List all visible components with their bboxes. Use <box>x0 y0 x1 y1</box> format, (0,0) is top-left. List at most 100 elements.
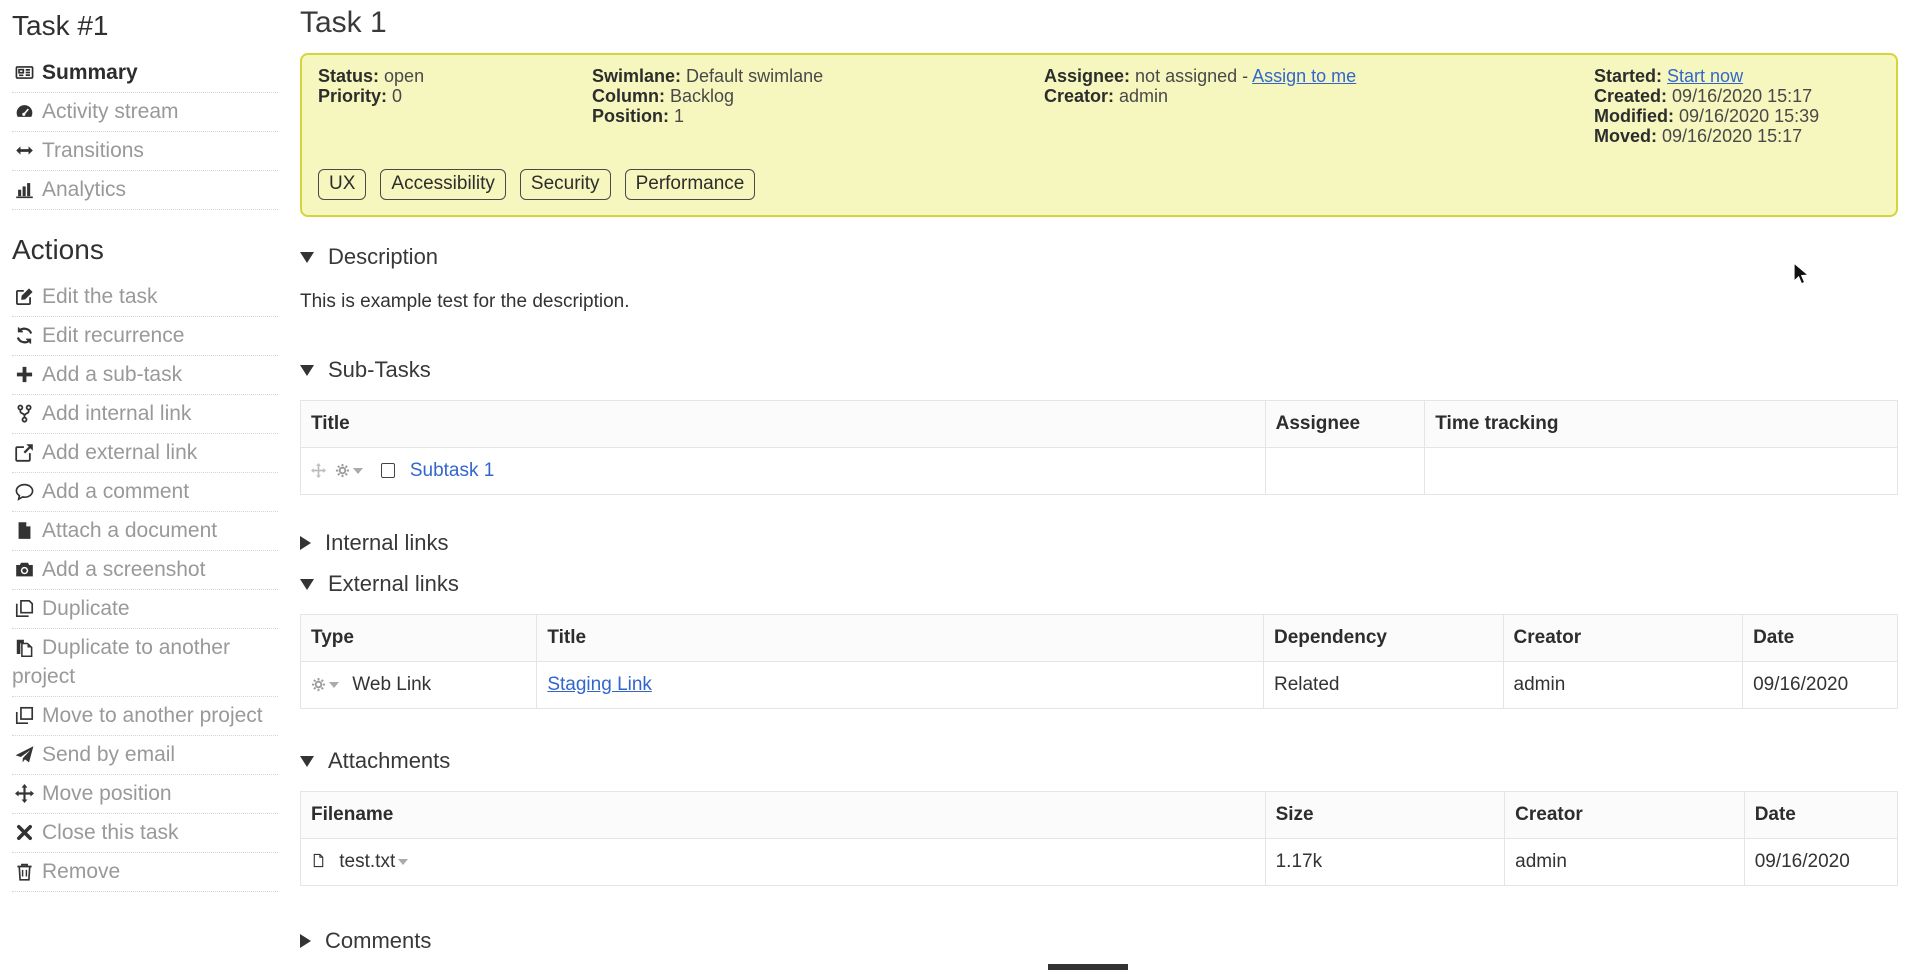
sidebar-item-analytics[interactable]: Analytics <box>12 171 278 210</box>
priority-label: Priority: <box>318 86 387 106</box>
tag-list: UX Accessibility Security Performance <box>318 169 1880 200</box>
column-row: Column: Backlog <box>592 86 1044 106</box>
send-email-icon <box>12 740 37 769</box>
triangle-down-icon <box>300 252 314 263</box>
sidebar-item-label: Transitions <box>42 139 144 162</box>
action-add-screenshot[interactable]: Add a screenshot <box>12 551 278 590</box>
action-label: Edit the task <box>42 285 158 308</box>
subtasks-header-title: Title <box>301 401 1266 448</box>
extlink-header-creator: Creator <box>1503 615 1743 662</box>
sidebar-item-summary[interactable]: Summary <box>12 54 278 93</box>
assignee-row: Assignee: not assigned - Assign to me <box>1044 66 1594 86</box>
close-icon <box>12 818 37 847</box>
sidebar-task-title: Task #1 <box>12 10 290 42</box>
attachment-header-filename: Filename <box>301 792 1266 839</box>
section-title: Sub-Tasks <box>328 357 431 383</box>
extlink-dependency: Related <box>1263 662 1503 709</box>
action-duplicate[interactable]: Duplicate <box>12 590 278 629</box>
status-row: Status: open <box>318 66 592 86</box>
action-add-internal-link[interactable]: Add internal link <box>12 395 278 434</box>
drag-handle-icon[interactable] <box>311 460 326 481</box>
duplicate-icon <box>12 594 37 623</box>
action-duplicate-to-project[interactable]: Duplicate to another project <box>12 629 278 697</box>
section-subtasks-toggle[interactable]: Sub-Tasks <box>300 357 1898 383</box>
caret-down-icon[interactable] <box>353 468 363 474</box>
action-edit-recurrence[interactable]: Edit recurrence <box>12 317 278 356</box>
extlink-header-title: Title <box>537 615 1264 662</box>
extlink-header-date: Date <box>1743 615 1898 662</box>
tag: Accessibility <box>380 169 505 200</box>
action-label: Add external link <box>42 441 197 464</box>
sidebar-item-label: Analytics <box>42 178 126 201</box>
action-label: Send by email <box>42 743 175 766</box>
action-add-comment[interactable]: Add a comment <box>12 473 278 512</box>
modified-row: Modified: 09/16/2020 15:39 <box>1594 106 1880 126</box>
gear-icon[interactable] <box>335 460 350 481</box>
action-edit-task[interactable]: Edit the task <box>12 278 278 317</box>
task-summary-box: Status: open Priority: 0 Swimlane: Defau… <box>300 53 1898 217</box>
caret-down-icon[interactable] <box>329 682 339 688</box>
sidebar-item-transitions[interactable]: Transitions <box>12 132 278 171</box>
action-send-by-email[interactable]: Send by email <box>12 736 278 775</box>
task-sidebar: Task #1 Summary Activity stream Transiti… <box>0 0 290 892</box>
triangle-down-icon <box>300 756 314 767</box>
swimlane-label: Swimlane: <box>592 66 681 86</box>
extlink-creator: admin <box>1503 662 1743 709</box>
newspaper-icon <box>12 58 37 87</box>
caret-down-icon[interactable] <box>398 859 408 865</box>
subtasks-table: Title Assignee Time tracking Subtask 1 <box>300 400 1898 495</box>
section-internal-links-toggle[interactable]: Internal links <box>300 530 1898 556</box>
external-link-row: Web Link Staging Link Related admin 09/1… <box>301 662 1898 709</box>
subtasks-header-time-tracking: Time tracking <box>1425 401 1898 448</box>
task-detail-pane: Task 1 Status: open Priority: 0 Swimlane… <box>300 0 1898 954</box>
action-label: Add a sub-task <box>42 363 182 386</box>
start-now-link[interactable]: Start now <box>1667 66 1743 86</box>
sidebar-actions-title: Actions <box>12 234 290 266</box>
modified-label: Modified: <box>1594 106 1674 126</box>
extlink-type: Web Link <box>352 674 431 695</box>
section-external-links-toggle[interactable]: External links <box>300 571 1898 597</box>
action-label: Close this task <box>42 821 179 844</box>
action-move-to-project[interactable]: Move to another project <box>12 697 278 736</box>
attachment-header-size: Size <box>1265 792 1505 839</box>
column-label: Column: <box>592 86 665 106</box>
action-add-subtask[interactable]: Add a sub-task <box>12 356 278 395</box>
refresh-icon <box>12 321 37 350</box>
modified-value: 09/16/2020 15:39 <box>1679 106 1819 126</box>
action-label: Add a comment <box>42 480 189 503</box>
subtask-checkbox[interactable] <box>381 463 395 478</box>
priority-value: 0 <box>392 86 402 106</box>
arrows-horizontal-icon <box>12 136 37 165</box>
attachment-filename[interactable]: test.txt <box>339 851 395 872</box>
section-attachments-toggle[interactable]: Attachments <box>300 748 1898 774</box>
triangle-right-icon <box>300 934 311 948</box>
action-remove[interactable]: Remove <box>12 853 278 892</box>
scrollbar-thumb[interactable] <box>1048 964 1128 970</box>
dashboard-icon <box>12 97 37 126</box>
section-comments-toggle[interactable]: Comments <box>300 928 1898 954</box>
edit-icon <box>12 282 37 311</box>
comment-icon <box>12 477 37 506</box>
camera-icon <box>12 555 37 584</box>
section-description-toggle[interactable]: Description <box>300 244 1898 270</box>
action-move-position[interactable]: Move position <box>12 775 278 814</box>
action-add-external-link[interactable]: Add external link <box>12 434 278 473</box>
action-close-task[interactable]: Close this task <box>12 814 278 853</box>
assign-to-me-link[interactable]: Assign to me <box>1252 66 1356 86</box>
sidebar-item-activity-stream[interactable]: Activity stream <box>12 93 278 132</box>
status-label: Status: <box>318 66 379 86</box>
attachments-table: Filename Size Creator Date test.txt 1.17… <box>300 791 1898 886</box>
tag: UX <box>318 169 366 200</box>
subtask-link[interactable]: Subtask 1 <box>410 460 495 481</box>
extlink-title-link[interactable]: Staging Link <box>547 674 652 695</box>
extlink-header-dependency: Dependency <box>1263 615 1503 662</box>
plus-icon <box>12 360 37 389</box>
creator-value: admin <box>1119 86 1168 106</box>
external-links-table: Type Title Dependency Creator Date Web L… <box>300 614 1898 709</box>
gear-icon[interactable] <box>311 674 326 695</box>
extlink-date: 09/16/2020 <box>1743 662 1898 709</box>
action-label: Move position <box>42 782 172 805</box>
action-attach-document[interactable]: Attach a document <box>12 512 278 551</box>
attachment-size: 1.17k <box>1265 839 1505 886</box>
subtask-time-cell <box>1425 448 1898 495</box>
